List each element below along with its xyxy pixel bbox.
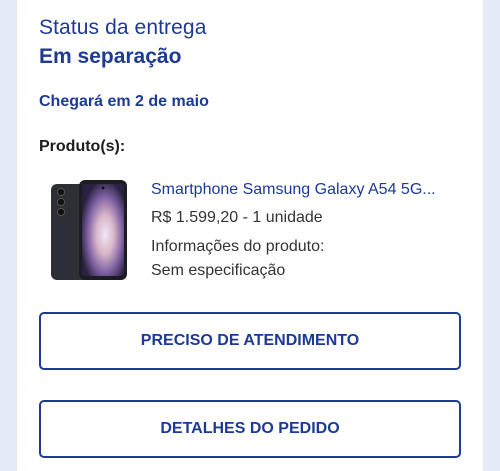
products-title: Produto(s): — [39, 138, 126, 155]
product-phone-image[interactable] — [49, 178, 131, 282]
product-info-value: Sem especificação — [151, 262, 286, 279]
product-info-label: Informações do produto: — [151, 238, 325, 255]
delivery-status-value: Em separação — [39, 45, 182, 68]
delivery-status-label: Status da entrega — [39, 16, 207, 39]
product-name-link[interactable]: Smartphone Samsung Galaxy A54 5G... — [151, 181, 471, 199]
delivery-estimate: Chegará em 2 de maio — [39, 93, 209, 110]
order-details-button[interactable]: DETALHES DO PEDIDO — [39, 400, 461, 458]
product-price-quantity: R$ 1.599,20 - 1 unidade — [151, 209, 323, 226]
order-status-card: Status da entrega Em separação Chegará e… — [17, 0, 483, 471]
need-support-button[interactable]: PRECISO DE ATENDIMENTO — [39, 312, 461, 370]
